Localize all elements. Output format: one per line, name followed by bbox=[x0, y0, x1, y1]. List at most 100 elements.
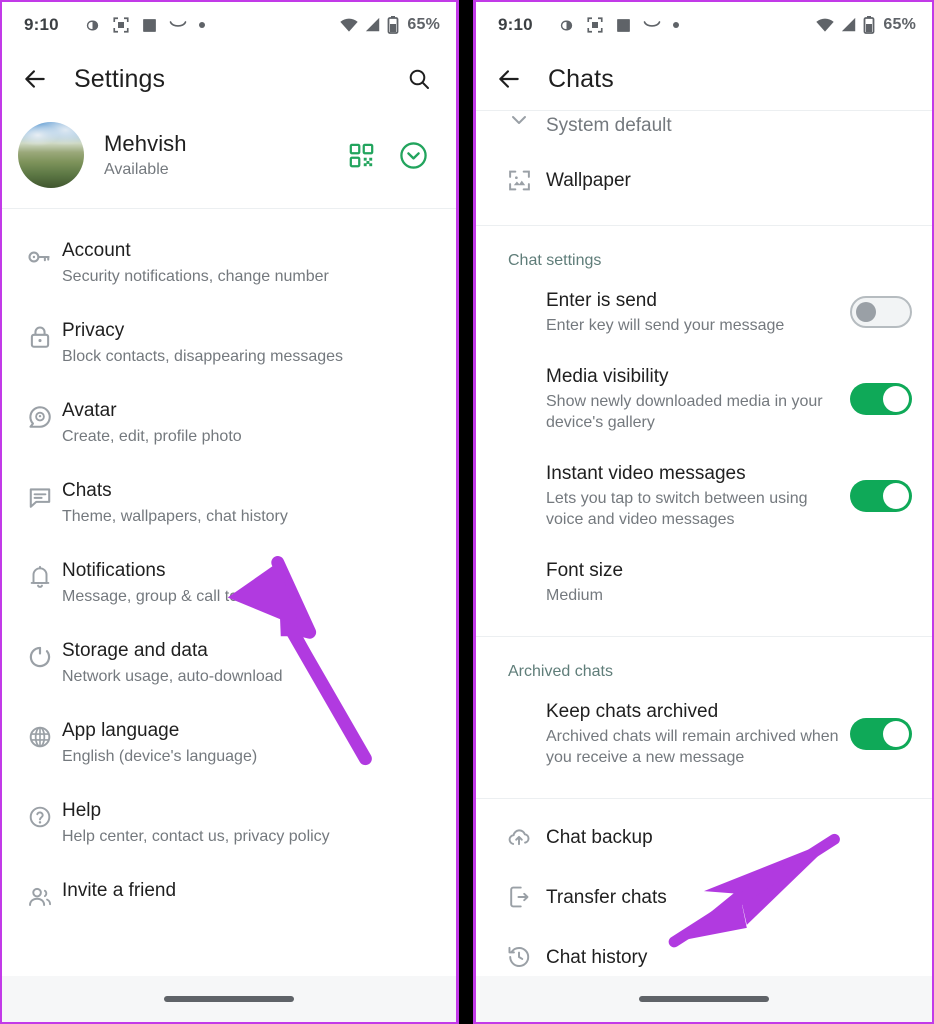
left-phone-panel: 9:10 65% Settings Mehvish Available Acco… bbox=[0, 0, 456, 1024]
lock-icon bbox=[18, 319, 62, 350]
filled-square-icon bbox=[142, 18, 156, 32]
settings-item-account[interactable]: Account Security notifications, change n… bbox=[2, 223, 456, 303]
profile-name: Mehvish bbox=[104, 131, 187, 156]
toggle-knob bbox=[883, 482, 909, 509]
arc-icon bbox=[643, 21, 661, 27]
settings-item-subtitle: Security notifications, change number bbox=[62, 268, 329, 285]
chat-setting-title: Media visibility bbox=[546, 366, 669, 387]
settings-item-privacy[interactable]: Privacy Block contacts, disappearing mes… bbox=[2, 303, 456, 383]
toggle-enter-is-send[interactable] bbox=[850, 296, 912, 328]
arrow-left-icon bbox=[25, 70, 45, 88]
settings-item-title: Invite a friend bbox=[62, 880, 177, 901]
archived-setting-title: Keep chats archived bbox=[546, 701, 719, 722]
status-bar-right-group: 65% bbox=[815, 16, 916, 34]
status-bar-right-group: 65% bbox=[339, 16, 440, 34]
focus-frame-icon bbox=[113, 17, 129, 33]
chevron-down-circle-icon[interactable] bbox=[399, 141, 428, 170]
status-time: 9:10 bbox=[498, 15, 533, 34]
chats-item-system-default[interactable]: System default bbox=[476, 111, 932, 148]
chats-item-body: Transfer chats bbox=[546, 885, 912, 910]
settings-item-title: Storage and data bbox=[62, 640, 208, 661]
search-icon bbox=[409, 69, 429, 89]
settings-item-storage-and-data[interactable]: Storage and data Network usage, auto-dow… bbox=[2, 623, 456, 703]
back-button-settings[interactable] bbox=[18, 62, 52, 96]
chats-item-transfer-chats[interactable]: Transfer chats bbox=[476, 867, 932, 927]
app-bar-chats: Chats bbox=[476, 48, 932, 110]
cellular-signal-icon bbox=[366, 17, 380, 32]
settings-item-notifications[interactable]: Notifications Message, group & call tone… bbox=[2, 543, 456, 623]
nav-bar-right bbox=[476, 976, 932, 1022]
chats-item-title: Chat backup bbox=[546, 826, 653, 848]
chat-setting-subtitle: Medium bbox=[546, 587, 603, 604]
settings-item-invite-a-friend[interactable]: Invite a friend bbox=[2, 863, 456, 926]
chat-setting-subtitle: Show newly downloaded media in your devi… bbox=[546, 393, 823, 431]
settings-item-help[interactable]: Help Help center, contact us, privacy po… bbox=[2, 783, 456, 863]
settings-item-app-language[interactable]: App language English (device's language) bbox=[2, 703, 456, 783]
toggle-knob bbox=[856, 302, 876, 322]
home-indicator[interactable] bbox=[164, 996, 294, 1002]
settings-item-title: Chats bbox=[62, 480, 112, 501]
settings-item-text: Help Help center, contact us, privacy po… bbox=[62, 799, 436, 847]
focus-frame-icon bbox=[587, 17, 603, 33]
dot-icon bbox=[672, 22, 679, 28]
battery-percent: 65% bbox=[883, 16, 916, 33]
cloud-upload-icon bbox=[492, 824, 546, 850]
app-bar-settings: Settings bbox=[2, 48, 456, 110]
back-button-chats[interactable] bbox=[492, 62, 526, 96]
settings-item-text: Chats Theme, wallpapers, chat history bbox=[62, 479, 436, 527]
status-bar-left: 9:10 65% bbox=[2, 2, 456, 48]
chat-setting-media-visibility[interactable]: Media visibility Show newly downloaded m… bbox=[476, 350, 932, 447]
avatar[interactable] bbox=[18, 122, 84, 188]
chats-item-title: Wallpaper bbox=[546, 170, 631, 191]
page-title-chats: Chats bbox=[548, 64, 614, 93]
chats-item-title: System default bbox=[546, 115, 672, 136]
settings-item-title: Notifications bbox=[62, 560, 166, 581]
profile-meta: Mehvish Available bbox=[104, 131, 348, 179]
right-phone-panel: 9:10 65% Chats System default Wallpaper … bbox=[476, 0, 934, 1024]
archived-setting-subtitle: Archived chats will remain archived when… bbox=[546, 728, 839, 766]
chat-setting-enter-is-send[interactable]: Enter is send Enter key will send your m… bbox=[476, 274, 932, 350]
section-header-chat-settings: Chat settings bbox=[508, 252, 602, 269]
chat-setting-title: Instant video messages bbox=[546, 463, 746, 484]
chats-item-wallpaper[interactable]: Wallpaper bbox=[476, 148, 932, 217]
battery-icon bbox=[387, 16, 399, 34]
home-indicator[interactable] bbox=[639, 996, 769, 1002]
wifi-icon bbox=[340, 18, 359, 32]
settings-item-avatar[interactable]: Avatar Create, edit, profile photo bbox=[2, 383, 456, 463]
settings-list: Account Security notifications, change n… bbox=[2, 209, 456, 926]
settings-item-text: Invite a friend bbox=[62, 879, 436, 903]
archived-setting-keep-chats-archived[interactable]: Keep chats archived Archived chats will … bbox=[476, 685, 932, 790]
toggle-knob bbox=[883, 385, 909, 412]
settings-item-text: Privacy Block contacts, disappearing mes… bbox=[62, 319, 436, 367]
toggle-instant-video-messages[interactable] bbox=[850, 479, 912, 512]
key-icon bbox=[18, 239, 62, 270]
battery-percent: 65% bbox=[407, 16, 440, 33]
qr-code-icon[interactable] bbox=[348, 142, 375, 169]
page-title-settings: Settings bbox=[74, 64, 166, 93]
avatar-icon bbox=[18, 399, 62, 430]
arc-icon bbox=[169, 21, 187, 27]
settings-item-subtitle: Create, edit, profile photo bbox=[62, 428, 242, 445]
search-button[interactable] bbox=[402, 62, 436, 96]
chat-setting-subtitle: Lets you tap to switch between using voi… bbox=[546, 490, 808, 528]
chat-setting-title: Font size bbox=[546, 560, 624, 581]
settings-item-chats[interactable]: Chats Theme, wallpapers, chat history bbox=[2, 463, 456, 543]
chat-setting-font-size[interactable]: Font size Medium bbox=[476, 544, 932, 628]
divider-before-archived-chats bbox=[476, 636, 932, 637]
dot-icon bbox=[198, 22, 205, 28]
chat-setting-instant-video-messages[interactable]: Instant video messages Lets you tap to s… bbox=[476, 447, 932, 544]
settings-item-subtitle: Help center, contact us, privacy policy bbox=[62, 828, 330, 845]
settings-item-subtitle: Theme, wallpapers, chat history bbox=[62, 508, 288, 525]
chats-item-chat-backup[interactable]: Chat backup bbox=[476, 807, 932, 867]
settings-item-subtitle: English (device's language) bbox=[62, 748, 258, 765]
settings-item-title: Account bbox=[62, 240, 131, 261]
chat-setting-body: Media visibility Show newly downloaded m… bbox=[546, 364, 850, 433]
toggle-media-visibility[interactable] bbox=[850, 382, 912, 415]
storage-icon bbox=[18, 639, 62, 670]
chat-setting-title: Enter is send bbox=[546, 290, 657, 311]
toggle-keep-chats-archived[interactable] bbox=[850, 717, 912, 750]
profile-row[interactable]: Mehvish Available bbox=[2, 110, 456, 209]
chat-setting-body: Font size Medium bbox=[546, 558, 912, 606]
settings-item-text: Avatar Create, edit, profile photo bbox=[62, 399, 436, 447]
globe-icon bbox=[18, 719, 62, 750]
